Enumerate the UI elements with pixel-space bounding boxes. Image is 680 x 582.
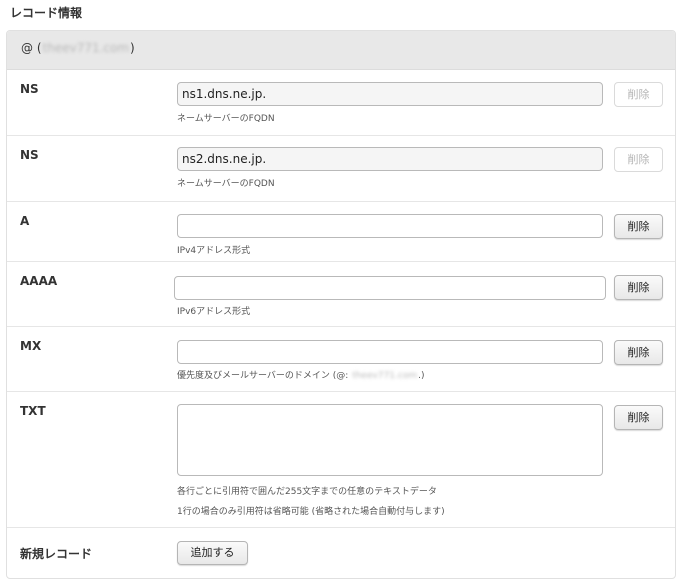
- txt-value-textarea[interactable]: [177, 404, 603, 476]
- mx-help-domain: theev771.com: [352, 371, 418, 381]
- record-row-aaaa: AAAA IPv6アドレス形式 削除: [7, 262, 675, 327]
- ns2-delete-button[interactable]: 削除: [614, 147, 663, 172]
- mx-help-prefix: 優先度及びメールサーバーのドメイン (@:: [177, 371, 349, 381]
- ns2-value-input[interactable]: [177, 147, 603, 171]
- record-type-label: MX: [20, 339, 42, 353]
- mx-value-input[interactable]: [177, 340, 603, 364]
- new-record-row: 新規レコード 追加する: [7, 528, 675, 578]
- record-row-ns-2: NS ネームサーバーのFQDN 削除: [7, 136, 675, 202]
- add-record-button[interactable]: 追加する: [177, 541, 248, 565]
- panel-header-at: @: [21, 41, 33, 55]
- a-value-input[interactable]: [177, 214, 603, 238]
- aaaa-delete-button[interactable]: 削除: [614, 275, 663, 300]
- record-type-label: NS: [20, 148, 39, 162]
- record-type-label: AAAA: [20, 274, 58, 288]
- record-type-label: NS: [20, 82, 39, 96]
- ns1-value-input[interactable]: [177, 82, 603, 106]
- record-row-txt: TXT 各行ごとに引用符で囲んだ255文字までの任意のテキストデータ 1行の場合…: [7, 392, 675, 528]
- ns2-help-text: ネームサーバーのFQDN: [177, 179, 275, 189]
- ns1-delete-button[interactable]: 削除: [614, 82, 663, 107]
- record-panel: @ (theev771.com) NS ネームサーバーのFQDN 削除 NS ネ…: [6, 30, 676, 579]
- mx-help-text: 優先度及びメールサーバーのドメイン (@: theev771.com.): [177, 368, 424, 381]
- panel-header-close-paren: ): [130, 41, 135, 55]
- record-type-label: TXT: [20, 404, 46, 418]
- a-delete-button[interactable]: 削除: [614, 214, 663, 239]
- aaaa-value-input[interactable]: [174, 276, 606, 300]
- panel-header: @ (theev771.com): [7, 31, 675, 70]
- txt-help-text-2: 1行の場合のみ引用符は省略可能 (省略された場合自動付与します): [177, 507, 445, 517]
- mx-help-suffix: .): [418, 371, 425, 381]
- record-row-a: A IPv4アドレス形式 削除: [7, 202, 675, 262]
- new-record-label: 新規レコード: [20, 547, 93, 561]
- panel-header-domain: theev771.com: [42, 41, 130, 55]
- record-type-label: A: [20, 214, 30, 228]
- panel-header-open-paren: (: [36, 41, 42, 55]
- mx-delete-button[interactable]: 削除: [614, 340, 663, 365]
- ns1-help-text: ネームサーバーのFQDN: [177, 114, 275, 124]
- txt-delete-button[interactable]: 削除: [614, 405, 663, 430]
- record-row-ns-1: NS ネームサーバーのFQDN 削除: [7, 70, 675, 136]
- section-title: レコード情報: [10, 6, 83, 20]
- aaaa-help-text: IPv6アドレス形式: [177, 307, 251, 317]
- record-row-mx: MX 優先度及びメールサーバーのドメイン (@: theev771.com.) …: [7, 327, 675, 392]
- txt-help-text: 各行ごとに引用符で囲んだ255文字までの任意のテキストデータ: [177, 487, 437, 497]
- a-help-text: IPv4アドレス形式: [177, 246, 251, 256]
